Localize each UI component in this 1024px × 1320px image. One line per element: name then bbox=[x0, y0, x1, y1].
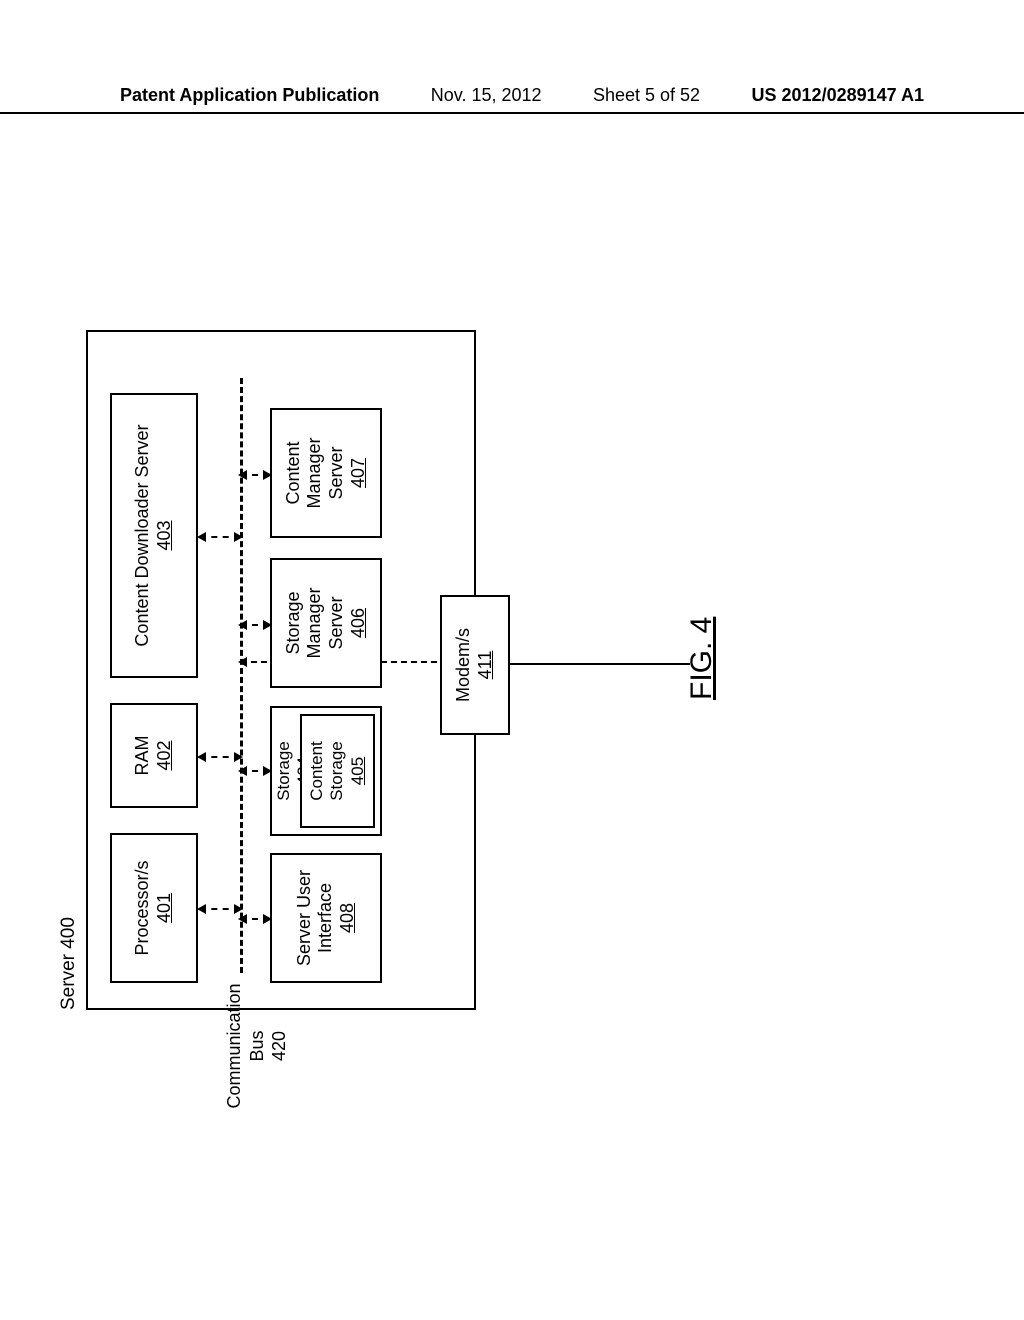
server-user-interface-block: Server User Interface 408 bbox=[270, 853, 382, 983]
block-label: Modem/s bbox=[453, 628, 475, 702]
server-box: Processor/s 401 RAM 402 Content Download… bbox=[86, 330, 476, 1010]
modem-block: Modem/s 411 bbox=[440, 595, 510, 735]
block-ref: 401 bbox=[154, 893, 176, 923]
block-ref: 403 bbox=[154, 520, 176, 550]
content-storage-block: Content Storage 405 bbox=[300, 714, 375, 828]
block-label: Content Storage bbox=[307, 716, 348, 826]
processor-block: Processor/s 401 bbox=[110, 833, 198, 983]
bus-connector bbox=[200, 756, 240, 758]
block-ref: 405 bbox=[348, 757, 368, 785]
bus-connector bbox=[241, 624, 269, 626]
block-ref: 411 bbox=[475, 651, 497, 680]
publication-number: US 2012/0289147 A1 bbox=[752, 85, 924, 106]
bus-ref: 420 bbox=[269, 1031, 289, 1061]
external-connection-line bbox=[510, 663, 690, 665]
publication-date: Nov. 15, 2012 bbox=[431, 85, 542, 106]
block-label: Content Downloader Server bbox=[132, 424, 154, 646]
ram-block: RAM 402 bbox=[110, 703, 198, 808]
block-ref: 408 bbox=[337, 903, 359, 933]
block-label: Storage Manager Server bbox=[283, 560, 348, 686]
block-ref: 402 bbox=[154, 740, 176, 770]
bus-connector bbox=[200, 908, 240, 910]
storage-manager-server-block: Storage Manager Server 406 bbox=[270, 558, 382, 688]
figure-label: FIG. 4 bbox=[685, 617, 719, 700]
server-title: Server 400 bbox=[58, 917, 80, 1010]
figure-diagram: Server 400 Processor/s 401 RAM 402 Conte… bbox=[80, 330, 840, 1010]
sheet-number: Sheet 5 of 52 bbox=[593, 85, 700, 106]
block-label: Storage bbox=[274, 741, 294, 801]
block-label: Server User Interface bbox=[294, 855, 337, 981]
block-ref: 407 bbox=[348, 458, 370, 488]
publication-label: Patent Application Publication bbox=[120, 85, 379, 106]
block-ref: 406 bbox=[348, 608, 370, 638]
content-manager-server-block: Content Manager Server 407 bbox=[270, 408, 382, 538]
communication-bus-label: Communication Bus 420 bbox=[223, 976, 291, 1116]
page-header: Patent Application Publication Nov. 15, … bbox=[0, 85, 1024, 114]
communication-bus-line bbox=[240, 378, 243, 973]
content-downloader-server-block: Content Downloader Server 403 bbox=[110, 393, 198, 678]
block-label: RAM bbox=[132, 736, 154, 776]
bus-connector bbox=[200, 536, 240, 538]
bus-text: Communication Bus bbox=[224, 983, 267, 1108]
block-label: Content Manager Server bbox=[283, 410, 348, 536]
bus-connector bbox=[241, 474, 269, 476]
bus-connector bbox=[241, 770, 269, 772]
block-label: Processor/s bbox=[132, 860, 154, 955]
bus-connector bbox=[241, 918, 269, 920]
